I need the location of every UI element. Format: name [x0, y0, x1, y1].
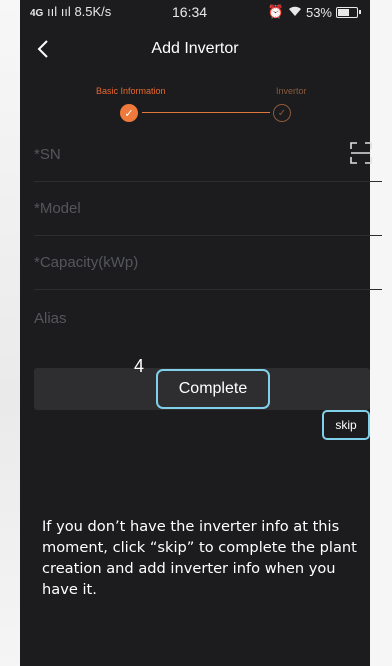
alias-placeholder: Alias: [34, 310, 67, 327]
phone-screen: 4G ııl ııl 8.5K/s 16:34 ⏰ 53% Add Invert…: [20, 0, 382, 666]
sn-placeholder: *SN: [34, 146, 61, 163]
skip-button[interactable]: skip: [322, 410, 370, 440]
page-title: Add Invertor: [151, 40, 239, 57]
capacity-placeholder: *Capacity(kWp): [34, 254, 139, 271]
step2-check-icon: ✓: [273, 104, 291, 122]
battery-percent: 53%: [305, 4, 332, 20]
status-bar: 4G ııl ııl 8.5K/s 16:34 ⏰ 53%: [20, 0, 370, 24]
wifi-icon: [288, 5, 302, 20]
step-connector: [142, 112, 270, 113]
status-left: 4G ııl ııl 8.5K/s: [30, 4, 111, 19]
model-field[interactable]: *Model: [34, 182, 382, 236]
scan-icon[interactable]: [350, 142, 372, 164]
callout-number: 4: [134, 356, 145, 376]
step1-label: Basic Information: [96, 86, 166, 96]
capacity-field[interactable]: *Capacity(kWp): [34, 236, 382, 290]
status-right: ⏰ 53%: [267, 4, 361, 20]
background-left: [0, 0, 20, 666]
step1-check-icon: ✓: [120, 104, 138, 122]
status-time: 16:34: [172, 4, 208, 20]
sn-field[interactable]: *SN: [34, 128, 382, 182]
network-type: 4G: [30, 8, 44, 19]
battery-icon: [336, 6, 361, 18]
nav-bar: Add Invertor: [20, 30, 370, 70]
signal-icon: ııl ııl: [46, 4, 71, 19]
alarm-icon: ⏰: [267, 4, 284, 19]
model-placeholder: *Model: [34, 200, 81, 217]
alias-field[interactable]: Alias: [34, 292, 382, 346]
step2-label: Invertor: [276, 86, 307, 96]
help-text: If you don’t have the inverter info at t…: [42, 518, 357, 598]
network-speed: 8.5K/s: [74, 4, 112, 19]
complete-button[interactable]: Complete: [156, 369, 270, 409]
